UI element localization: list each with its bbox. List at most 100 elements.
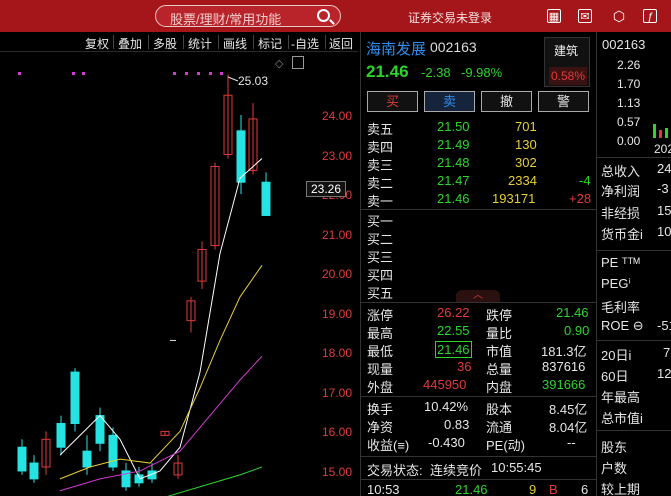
event-marker — [185, 72, 188, 75]
calendar-icon[interactable]: ▦ — [547, 9, 561, 23]
metric-label: 股东 — [601, 440, 628, 455]
mini-bar — [665, 128, 668, 138]
alert-button[interactable]: 警 — [538, 91, 589, 112]
metric-label: 年最高 — [601, 390, 641, 405]
event-marker — [220, 72, 223, 75]
bid-row[interactable]: 买二 — [361, 228, 596, 247]
y-axis-label: 20.00 — [322, 267, 353, 281]
candlestick-svg[interactable] — [0, 52, 358, 496]
search-input[interactable]: 股票/理财/常用功能 — [170, 9, 281, 28]
ask-row[interactable]: 卖四 21.49 130 — [361, 136, 596, 155]
y-axis-label: 21.00 — [322, 228, 353, 242]
mini-axis-tick: 1.70 — [617, 77, 641, 91]
mini-axis-tick: 0.57 — [617, 115, 641, 129]
metric-label: 净利润 — [601, 184, 641, 199]
stock-name[interactable]: 海南发展 — [366, 38, 426, 59]
metric-value: 10 — [657, 224, 671, 239]
sector-badge[interactable]: 建筑 0.58% — [544, 37, 590, 87]
login-status[interactable]: 证券交易未登录 — [408, 9, 492, 26]
event-marker — [209, 72, 212, 75]
tick-row: 10:53 21.46 9 B 6 — [367, 482, 589, 496]
bid-row[interactable]: 买三 — [361, 246, 596, 265]
mini-axis-tick: 1.13 — [617, 96, 641, 110]
y-axis-label: 18.00 — [322, 346, 353, 360]
kline-chart[interactable]: 24.00 23.00 22.00 21.00 20.00 19.00 18.0… — [0, 52, 358, 496]
stats-row: 涨停 26.22 跌停 21.46 — [367, 305, 589, 323]
top-bar: 股票/理财/常用功能 证券交易未登录 ▦ ✉ ⬡ ƒ — [0, 0, 671, 32]
metric-value: -51 — [657, 318, 671, 333]
fundamentals-row: 净资 0.83 流通 8.04亿 — [367, 417, 588, 435]
event-marker — [173, 72, 176, 75]
fundamentals-row: 换手 10.42% 股本 8.45亿 — [367, 399, 588, 417]
ma20-line — [59, 355, 263, 492]
buy-button[interactable]: 买 — [367, 91, 418, 112]
diamond-icon[interactable]: ◇ — [275, 57, 283, 70]
event-marker — [197, 72, 200, 75]
metric-label: 货币金i — [601, 227, 643, 242]
metric-label: 毛利率 — [601, 300, 641, 315]
candle-down — [70, 371, 80, 424]
metric-value: 24 — [657, 161, 671, 176]
stock-change: -2.38 — [421, 65, 451, 80]
high-pointer — [227, 76, 239, 82]
y-axis-label: 24.00 — [322, 109, 353, 123]
ask-row[interactable]: 卖二 21.47 2334 -4 — [361, 172, 596, 191]
metric-label: ROE ⊖ — [601, 318, 644, 333]
metric-label: 非经损 — [601, 206, 641, 221]
stock-price: 21.46 — [366, 62, 409, 81]
panel-toggle-icon[interactable] — [292, 56, 304, 69]
ask-row[interactable]: 卖一 21.46 193171 +28 — [361, 190, 596, 209]
event-marker — [72, 72, 75, 75]
collapse-chevron-icon[interactable]: ︿ — [456, 290, 500, 302]
metric-label: 总收入 — [601, 164, 641, 179]
mini-axis-year: 202 — [654, 142, 671, 156]
bid-row[interactable]: 买四 — [361, 264, 596, 283]
cancel-order-button[interactable]: 撤 — [481, 91, 532, 112]
mini-axis-tick: 0.00 — [617, 134, 641, 148]
chart-toolbar: 复权 叠加 多股 统计 画线 标记 -自选 返回 — [0, 32, 358, 52]
message-icon[interactable]: ✉ — [578, 9, 592, 23]
fundamentals-panel: 002163 2.26 1.70 1.13 0.57 0.00 202 总收入 … — [596, 32, 671, 496]
metric-label: 户数 — [601, 461, 628, 476]
mini-axis-tick: 2.26 — [617, 58, 641, 72]
metric-label: 60日 — [601, 369, 629, 384]
stock-change-pct: -9.98% — [461, 65, 503, 80]
cube-icon[interactable]: ⬡ — [612, 9, 626, 23]
search-icon[interactable] — [317, 9, 330, 22]
y-axis-label: 17.00 — [322, 386, 353, 400]
mini-bar — [653, 124, 656, 138]
search-box[interactable]: 股票/理财/常用功能 — [155, 5, 341, 27]
y-axis-label: 19.00 — [322, 307, 353, 321]
metric-value: 12 — [657, 366, 671, 381]
candle-down — [17, 446, 27, 472]
candle-down — [82, 450, 92, 468]
toolbar-back[interactable]: 返回 — [329, 35, 353, 52]
event-marker — [82, 72, 85, 75]
ask-row[interactable]: 卖五 21.50 701 — [361, 118, 596, 137]
sector-name: 建筑 — [554, 44, 579, 58]
sell-button[interactable]: 卖 — [424, 91, 475, 112]
bid-row[interactable]: 买一 — [361, 210, 596, 229]
formula-icon[interactable]: ƒ — [643, 9, 657, 23]
stats-row: 外盘 445950 内盘 391666 — [367, 377, 586, 395]
toolbar-overlay[interactable]: 叠加 — [118, 35, 142, 52]
toolbar-draw[interactable]: 画线 — [223, 35, 247, 52]
toolbar-multi[interactable]: 多股 — [153, 35, 177, 52]
metric-label: PE ᵀᵀᴹ — [601, 255, 640, 270]
toolbar-fuquan[interactable]: 复权 — [85, 35, 109, 52]
stats-row: 最低 21.46 市值 181.3亿 — [367, 341, 587, 359]
mini-bar — [659, 130, 662, 138]
right-stock-code: 002163 — [602, 37, 646, 52]
candle-down — [261, 181, 271, 216]
metric-label: 20日i — [601, 348, 632, 363]
ask-row[interactable]: 卖三 21.48 302 — [361, 154, 596, 173]
metric-label: 总市值i — [601, 411, 643, 426]
toolbar-mark[interactable]: 标记 — [258, 35, 282, 52]
quote-panel: 海南发展 002163 21.46 -2.38 -9.98% 建筑 0.58% … — [360, 32, 596, 496]
metric-label: 较上期 — [601, 482, 641, 496]
candle-down — [95, 415, 105, 444]
toolbar-stats[interactable]: 统计 — [188, 35, 212, 52]
toolbar-remove-watch[interactable]: -自选 — [291, 35, 319, 52]
metric-value: -3 — [657, 181, 669, 196]
high-price-label: 25.03 — [238, 74, 269, 88]
